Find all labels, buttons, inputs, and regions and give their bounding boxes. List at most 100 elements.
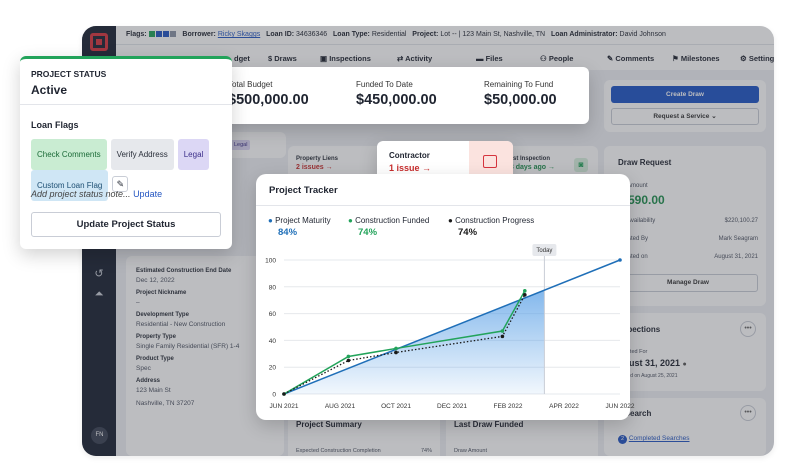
detail-item: Estimated Construction End Date Dec 12, 2… — [136, 268, 239, 284]
requested-by-value: Mark Seagram — [718, 236, 758, 242]
tab-milestones[interactable]: ⚑ Milestones — [672, 54, 720, 63]
detail-value: 123 Main St — [136, 387, 171, 394]
tab-draws[interactable]: $ Draws — [268, 54, 297, 63]
detail-label: Estimated Construction End Date — [136, 268, 232, 274]
y-tick-label: 0 — [272, 392, 276, 399]
chevron-down-icon: ⌄ — [711, 113, 717, 120]
data-point — [346, 358, 351, 363]
detail-value: Dec 12, 2022 — [136, 277, 175, 284]
completion-value: 74% — [420, 448, 432, 454]
flag-icon — [148, 31, 155, 37]
y-tick-label: 80 — [269, 284, 277, 291]
tab-label: dget — [234, 54, 250, 63]
loan-id-label: Loan ID: — [266, 31, 295, 38]
data-point — [618, 258, 622, 262]
logo-icon[interactable] — [90, 33, 108, 51]
loan-flag-chip[interactable]: Verify Address — [110, 139, 174, 170]
update-project-status-button[interactable]: Update Project Status — [31, 212, 221, 237]
contractor-issue-link[interactable]: 1 issue → — [389, 163, 431, 173]
project-status-title: PROJECT STATUS — [31, 69, 107, 79]
total-budget-value: $500,000.00 — [228, 92, 309, 108]
admin-label: Loan Administrator: — [550, 31, 618, 38]
comment-icon: ✎ — [607, 54, 614, 63]
tracker-chart: 0 20 40 60 80 100 Today JUN 2021 AUG 2021 OCT 202… — [265, 244, 635, 410]
request-service-button[interactable]: Request a Service ⌄ — [611, 108, 759, 125]
completion-label: Expected Construction Completion — [296, 448, 381, 454]
tab-label: Files — [485, 54, 503, 63]
requested-on-value: August 31, 2021 — [714, 254, 758, 260]
detail-value: Residential - New Construction — [136, 321, 226, 328]
flag-icon — [155, 31, 162, 37]
completed-searches[interactable]: 2 Completed Searches — [618, 435, 690, 444]
x-tick-label: AUG 2021 — [325, 403, 356, 410]
tab-settings[interactable]: ⚙ Settings — [740, 54, 774, 63]
y-tick-label: 60 — [269, 311, 277, 318]
x-tick-label: JUN 2021 — [270, 403, 299, 410]
loan-type-label: Loan Type: — [333, 31, 370, 38]
flag-icons[interactable] — [148, 31, 177, 38]
tab-files[interactable]: ▬ Files — [476, 54, 503, 63]
camera-icon: ◙ — [574, 158, 588, 172]
tab-activity[interactable]: ⇄ Activity — [397, 54, 432, 63]
status-note: Add project status note... Update — [31, 189, 162, 199]
last-inspection[interactable]: Last Inspection 23 days ago → — [506, 156, 555, 171]
property-liens-value: 2 issues → — [296, 164, 333, 171]
update-note-link[interactable]: Update — [133, 189, 162, 199]
create-draw-button[interactable]: Create Draw — [611, 86, 759, 103]
data-point — [523, 293, 527, 297]
tab-comments[interactable]: ✎ Comments — [607, 54, 654, 63]
data-point — [500, 329, 505, 333]
swap-icon: ⇄ — [397, 54, 404, 63]
tab-budget[interactable]: dget — [234, 54, 250, 63]
flags-label: Flags: — [126, 31, 147, 38]
tab-inspections[interactable]: ▣ Inspections — [320, 54, 371, 63]
legal-badge: Legal — [231, 140, 251, 150]
more-icon[interactable]: ••• — [740, 321, 756, 337]
data-point — [282, 392, 286, 396]
detail-item: Address 123 Main St — [136, 378, 239, 394]
tab-label: Comments — [615, 54, 655, 63]
flag-icon — [162, 31, 169, 37]
detail-item: Nashville, TN 37207 — [136, 400, 239, 407]
detail-value: Single Family Residential (SFR) 1-4 — [136, 343, 240, 350]
actions-card: Create Draw Request a Service ⌄ — [604, 80, 766, 132]
detail-value: – — [136, 299, 140, 306]
upload-icon[interactable]: ⏶ — [82, 288, 116, 301]
detail-label: Product Type — [136, 356, 174, 362]
loan-type: Residential — [371, 31, 407, 38]
tab-label: Milestones — [680, 54, 720, 63]
borrower-link[interactable]: Ricky Skaggs — [218, 31, 260, 38]
y-tick-label: 100 — [265, 258, 276, 265]
x-tick-label: JUN 2022 — [606, 403, 635, 410]
tab-people[interactable]: ⚇ People — [540, 54, 573, 63]
data-point — [394, 346, 398, 351]
y-tick-label: 20 — [269, 365, 277, 372]
tab-label: People — [548, 54, 574, 63]
remaining-value: $50,000.00 — [484, 92, 557, 108]
flag-icon — [169, 31, 176, 37]
camera-icon: ▣ — [320, 54, 328, 63]
funded-to-date: Funded To Date $450,000.00 — [356, 80, 437, 108]
history-icon[interactable]: ↺ — [82, 267, 116, 280]
gear-icon: ⚙ — [740, 54, 747, 63]
last-inspection-label: Last Inspection — [506, 156, 551, 162]
loan-flags-title: Loan Flags — [31, 120, 79, 130]
property-liens[interactable]: Property Liens 2 issues → — [296, 156, 338, 171]
total-budget: Total Budget $500,000.00 — [228, 80, 309, 108]
folder-icon: ▬ — [476, 54, 484, 63]
project-tracker-panel: Project Tracker ● Project Maturity 84% ● C… — [256, 174, 635, 420]
loan-flag-chip[interactable]: Legal — [177, 139, 210, 170]
manage-draw-button[interactable]: Manage Draw — [618, 274, 758, 292]
funded-label: Funded To Date — [356, 80, 413, 89]
detail-label: Property Type — [136, 334, 176, 340]
avatar[interactable]: FN — [91, 427, 108, 444]
today-label: Today — [536, 248, 552, 254]
y-tick-label: 40 — [269, 338, 277, 345]
tab-label: Inspections — [329, 54, 371, 63]
tab-label: Draws — [274, 54, 297, 63]
data-point — [346, 354, 351, 359]
loan-flag-chip[interactable]: Check Comments — [31, 139, 107, 170]
more-icon[interactable]: ••• — [740, 405, 756, 421]
project-label: Project: — [412, 31, 439, 38]
last-draw-card: Last Draw Funded Draw Amount — [446, 414, 598, 456]
